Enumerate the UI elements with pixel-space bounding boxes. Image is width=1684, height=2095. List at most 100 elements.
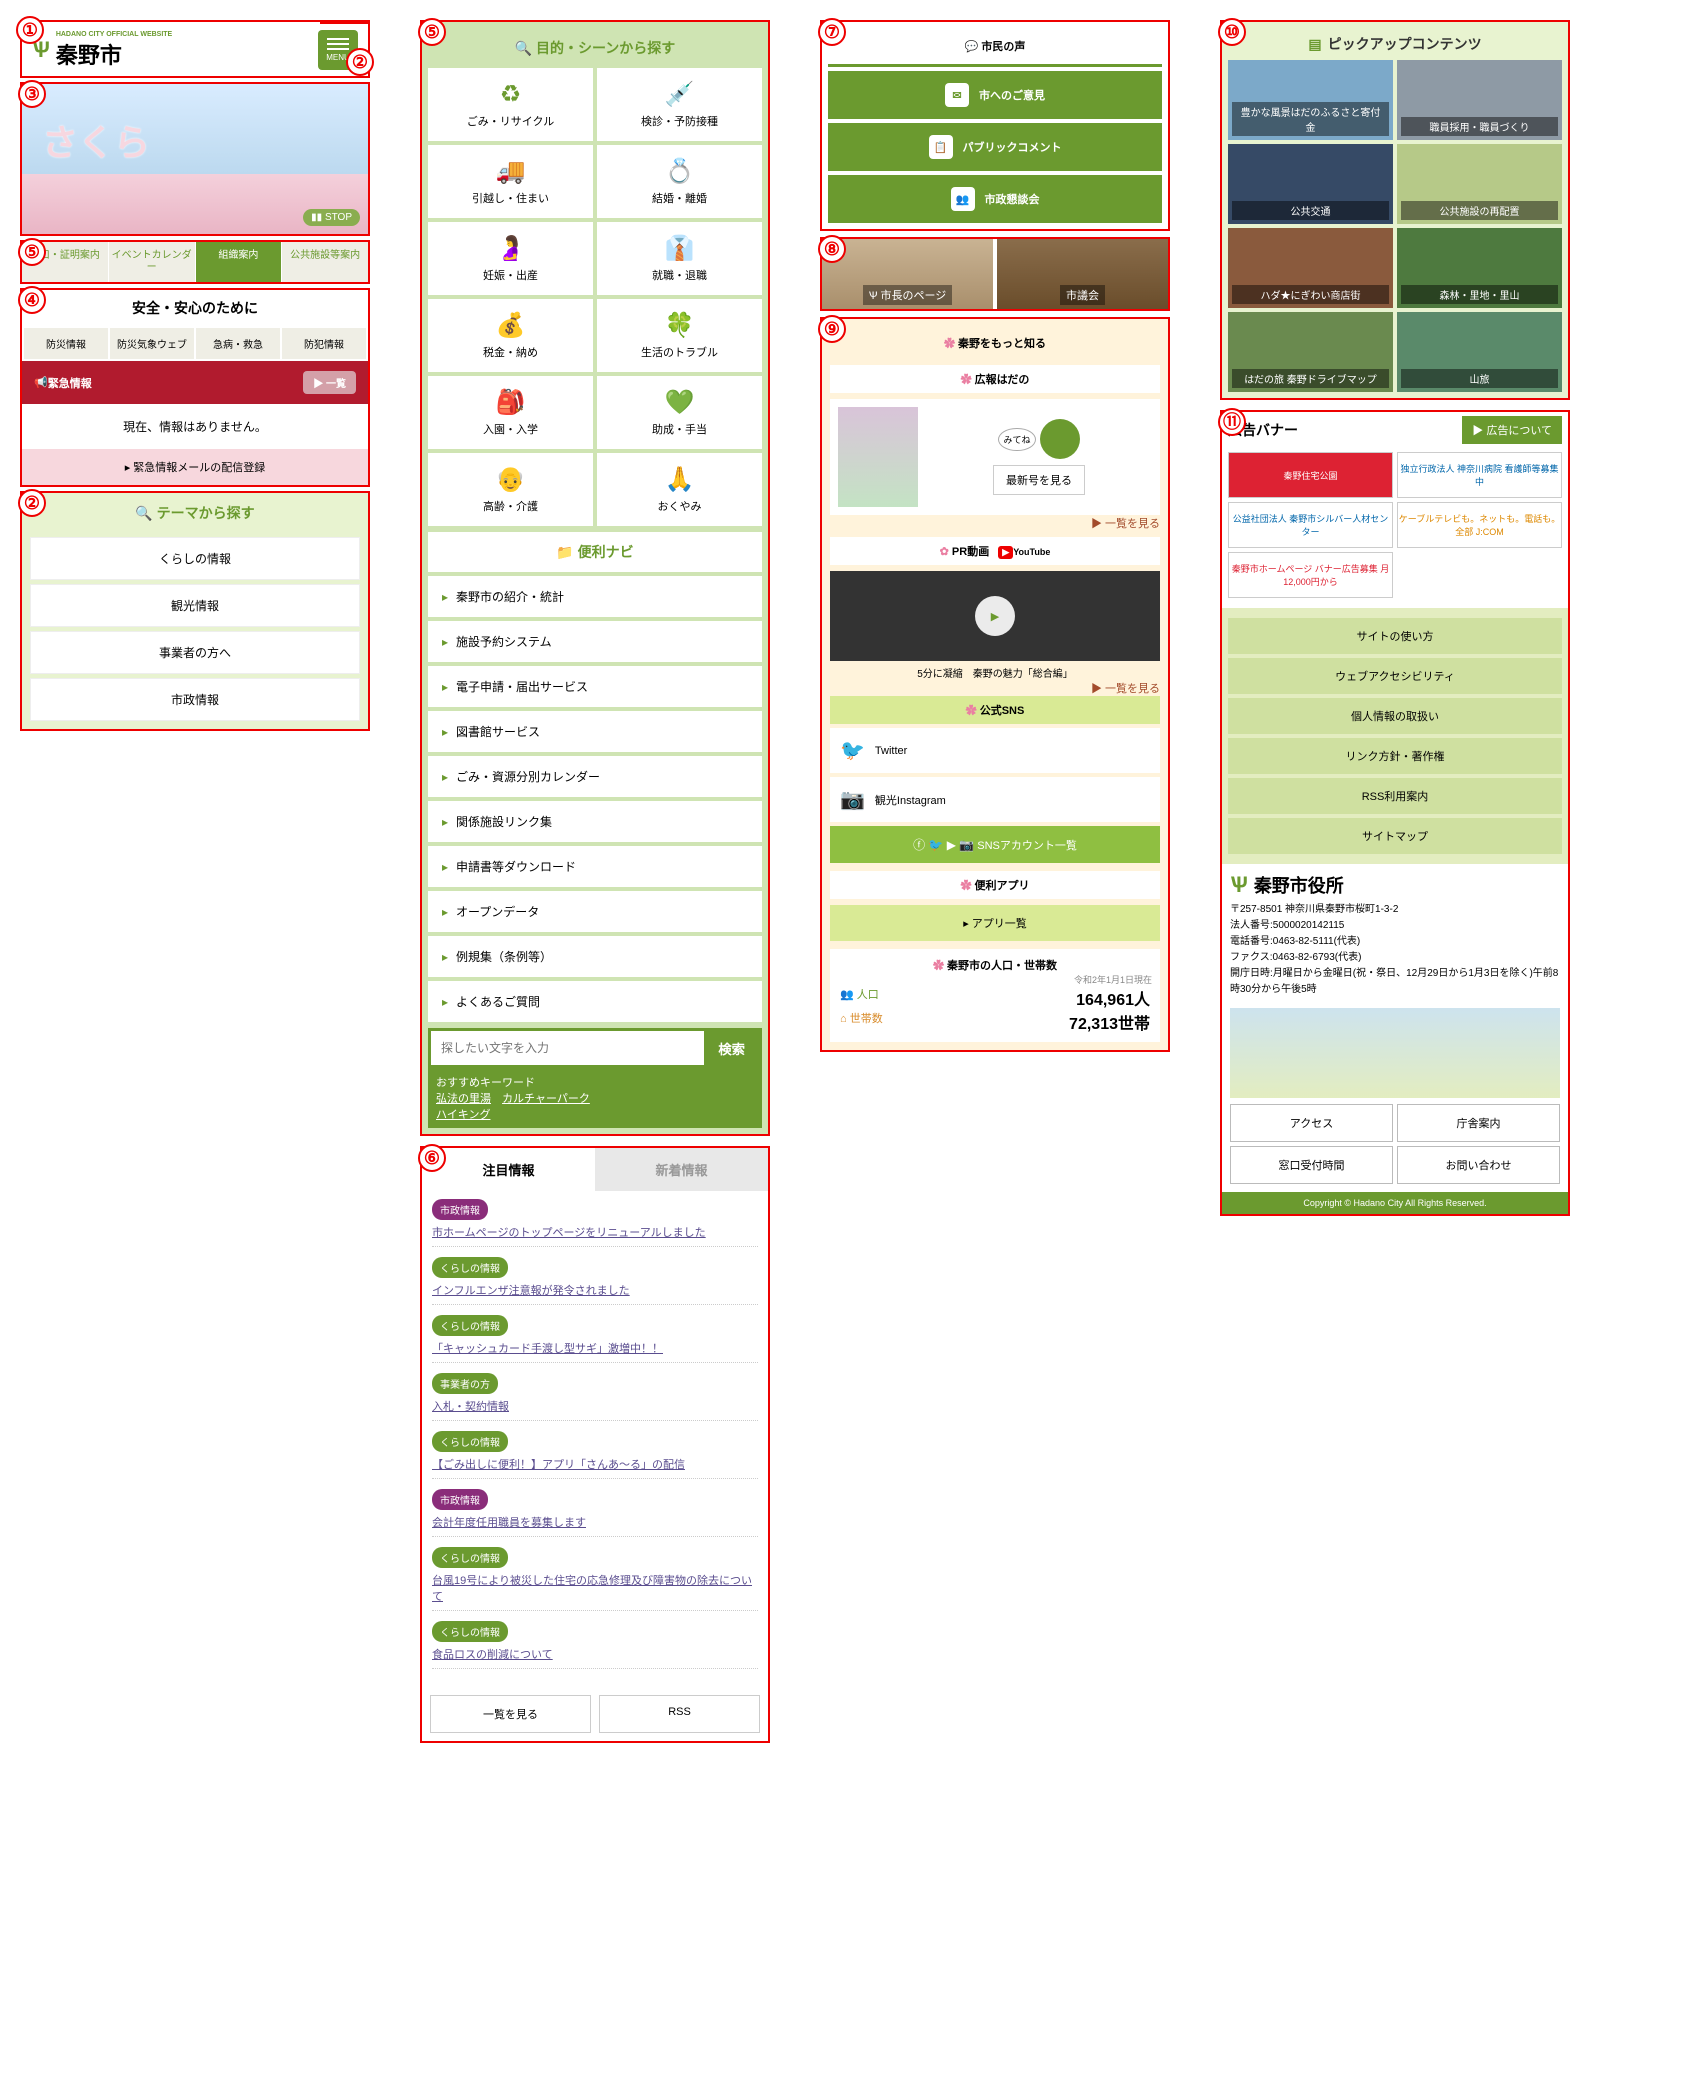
ad-banner-4[interactable]: 秦野市ホームページ バナー広告募集 月12,000円から — [1228, 552, 1393, 598]
ad-banner-2[interactable]: 公益社団法人 秦野市シルバー人材センター — [1228, 502, 1393, 548]
news-link-1[interactable]: インフルエンザ注意報が発令されました — [432, 1282, 758, 1305]
sns-twitter[interactable]: 🐦Twitter — [830, 728, 1160, 773]
hero-slider[interactable]: さくら ▮▮ STOP — [22, 84, 368, 234]
purpose-card-1[interactable]: 💉検診・予防接種 — [597, 68, 762, 141]
sns-all-link[interactable]: ⓕ 🐦 ▶ 📷 SNSアカウント一覧 — [830, 826, 1160, 863]
theme-shisei[interactable]: 市政情報 — [30, 678, 360, 721]
pickup-tile-0[interactable]: 豊かな風景はだのふるさと寄付金 — [1228, 60, 1393, 140]
navi-item-9[interactable]: よくあるご質問 — [428, 981, 762, 1022]
voice-opinion[interactable]: ✉市へのご意見 — [828, 71, 1162, 119]
navi-item-2[interactable]: 電子申請・届出サービス — [428, 666, 762, 707]
navi-item-8[interactable]: 例規集（条例等） — [428, 936, 762, 977]
callout-1: ① — [16, 16, 44, 44]
pickup-tile-6[interactable]: はだの旅 秦野ドライブマップ — [1228, 312, 1393, 392]
sns-instagram[interactable]: 📷観光Instagram — [830, 777, 1160, 822]
site-link-2[interactable]: 個人情報の取扱い — [1228, 698, 1562, 734]
kw-3[interactable]: ハイキング — [436, 1109, 490, 1121]
pickup-tile-5[interactable]: 森林・里地・里山 — [1397, 228, 1562, 308]
tab-event[interactable]: イベントカレンダー — [109, 242, 195, 282]
voice-pubcom[interactable]: 📋パブリックコメント — [828, 123, 1162, 171]
navi-item-5[interactable]: 関係施設リンク集 — [428, 801, 762, 842]
theme-kurashi[interactable]: くらしの情報 — [30, 537, 360, 580]
purpose-card-6[interactable]: 💰税金・納め — [428, 299, 593, 372]
ad-banner-0[interactable]: 秦野住宅公園 — [1228, 452, 1393, 498]
site-link-3[interactable]: リンク方針・著作権 — [1228, 738, 1562, 774]
koho-latest-btn[interactable]: 最新号を見る — [993, 465, 1085, 495]
purpose-card-4[interactable]: 🤰妊娠・出産 — [428, 222, 593, 295]
purpose-icon: 🍀 — [601, 311, 758, 340]
tab-soshiki[interactable]: 組織案内 — [196, 242, 282, 282]
purpose-card-11[interactable]: 🙏おくやみ — [597, 453, 762, 526]
tab-new[interactable]: 新着情報 — [595, 1148, 768, 1191]
news-link-6[interactable]: 台風19号により被災した住宅の応急修理及び障害物の除去について — [432, 1572, 758, 1611]
pickup-tile-7[interactable]: 山旅 — [1397, 312, 1562, 392]
site-logo[interactable]: Ѱ HADANO CITY OFFICIAL WEBSITE 秦野市 — [32, 31, 172, 70]
news-more[interactable]: 一覧を見る — [430, 1695, 591, 1733]
tab-featured[interactable]: 注目情報 — [422, 1148, 595, 1191]
koho-more[interactable]: ▶ 一覧を見る — [830, 515, 1160, 531]
btn-bohan[interactable]: 防犯情報 — [282, 328, 366, 359]
kw-1[interactable]: 弘法の里湯 — [436, 1093, 491, 1105]
purpose-card-10[interactable]: 👴高齢・介護 — [428, 453, 593, 526]
btn-kyukyu[interactable]: 急病・救急 — [196, 328, 280, 359]
pickup-tile-3[interactable]: 公共施設の再配置 — [1397, 144, 1562, 224]
news-rss[interactable]: RSS — [599, 1695, 760, 1733]
callout-5a: ⑤ — [18, 238, 46, 266]
purpose-card-8[interactable]: 🎒入園・入学 — [428, 376, 593, 449]
emergency-mail-link[interactable]: ▸ 緊急情報メールの配信登録 — [22, 449, 368, 485]
mayor-page-link[interactable]: Ѱ 市長のページ — [822, 239, 993, 309]
tab-shisetsu[interactable]: 公共施設等案内 — [282, 242, 368, 282]
callout-8: ⑧ — [818, 235, 846, 263]
pickup-tile-4[interactable]: ハダ★にぎわい商店街 — [1228, 228, 1393, 308]
btn-chosha[interactable]: 庁舎案内 — [1397, 1104, 1560, 1142]
pickup-tile-2[interactable]: 公共交通 — [1228, 144, 1393, 224]
news-link-7[interactable]: 食品ロスの削減について — [432, 1646, 758, 1669]
search-button[interactable]: 検索 — [704, 1031, 759, 1065]
pr-video[interactable]: ▶ — [830, 571, 1160, 661]
site-link-1[interactable]: ウェブアクセシビリティ — [1228, 658, 1562, 694]
navi-item-1[interactable]: 施設予約システム — [428, 621, 762, 662]
ad-banner-1[interactable]: 独立行政法人 神奈川病院 看護師等募集中 — [1397, 452, 1562, 498]
koho-thumbnail[interactable] — [838, 407, 918, 507]
news-link-3[interactable]: 入札・契約情報 — [432, 1398, 758, 1421]
emergency-list-link[interactable]: ▶ 一覧 — [303, 371, 356, 394]
theme-jigyosha[interactable]: 事業者の方へ — [30, 631, 360, 674]
ad-banner-3[interactable]: ケーブルテレビも。ネットも。電話も。全部 J:COM — [1397, 502, 1562, 548]
btn-contact[interactable]: お問い合わせ — [1397, 1146, 1560, 1184]
btn-bosai[interactable]: 防災情報 — [24, 328, 108, 359]
purpose-card-0[interactable]: ♻ごみ・リサイクル — [428, 68, 593, 141]
navi-item-7[interactable]: オープンデータ — [428, 891, 762, 932]
people-icon: 👥 — [951, 187, 975, 211]
site-link-4[interactable]: RSS利用案内 — [1228, 778, 1562, 814]
purpose-card-2[interactable]: 🚚引越し・住まい — [428, 145, 593, 218]
slider-stop[interactable]: ▮▮ STOP — [303, 209, 360, 226]
purpose-card-5[interactable]: 👔就職・退職 — [597, 222, 762, 295]
search-input[interactable] — [431, 1031, 704, 1065]
navi-item-0[interactable]: 秦野市の紹介・統計 — [428, 576, 762, 617]
btn-kisho[interactable]: 防災気象ウェブ — [110, 328, 194, 359]
kw-2[interactable]: カルチャーパーク — [502, 1093, 590, 1105]
purpose-card-3[interactable]: 💍結婚・離婚 — [597, 145, 762, 218]
site-link-0[interactable]: サイトの使い方 — [1228, 618, 1562, 654]
pickup-tile-1[interactable]: 職員採用・職員づくり — [1397, 60, 1562, 140]
ad-about-btn[interactable]: ▶ 広告について — [1462, 416, 1562, 444]
voice-meeting[interactable]: 👥市政懇談会 — [828, 175, 1162, 223]
news-link-4[interactable]: 【ごみ出しに便利！】アプリ「さんあ～る」の配信 — [432, 1456, 758, 1479]
news-link-5[interactable]: 会計年度任用職員を募集します — [432, 1514, 758, 1537]
site-link-5[interactable]: サイトマップ — [1228, 818, 1562, 854]
pr-more[interactable]: ▶ 一覧を見る — [830, 680, 1160, 696]
navi-item-4[interactable]: ごみ・資源分別カレンダー — [428, 756, 762, 797]
assembly-link[interactable]: 市議会 — [997, 239, 1168, 309]
purpose-card-7[interactable]: 🍀生活のトラブル — [597, 299, 762, 372]
purpose-card-9[interactable]: 💚助成・手当 — [597, 376, 762, 449]
news-link-0[interactable]: 市ホームページのトップページをリニューアルしました — [432, 1224, 758, 1247]
navi-item-3[interactable]: 図書館サービス — [428, 711, 762, 752]
theme-kanko[interactable]: 観光情報 — [30, 584, 360, 627]
news-tag: くらしの情報 — [432, 1621, 508, 1642]
news-link-2[interactable]: 「キャッシュカード手渡し型サギ」激増中！！ — [432, 1340, 758, 1363]
navi-item-6[interactable]: 申請書等ダウンロード — [428, 846, 762, 887]
news-tag: くらしの情報 — [432, 1257, 508, 1278]
app-list-btn[interactable]: ▸ アプリ一覧 — [830, 905, 1160, 941]
btn-uketsuke[interactable]: 窓口受付時間 — [1230, 1146, 1393, 1184]
btn-access[interactable]: アクセス — [1230, 1104, 1393, 1142]
